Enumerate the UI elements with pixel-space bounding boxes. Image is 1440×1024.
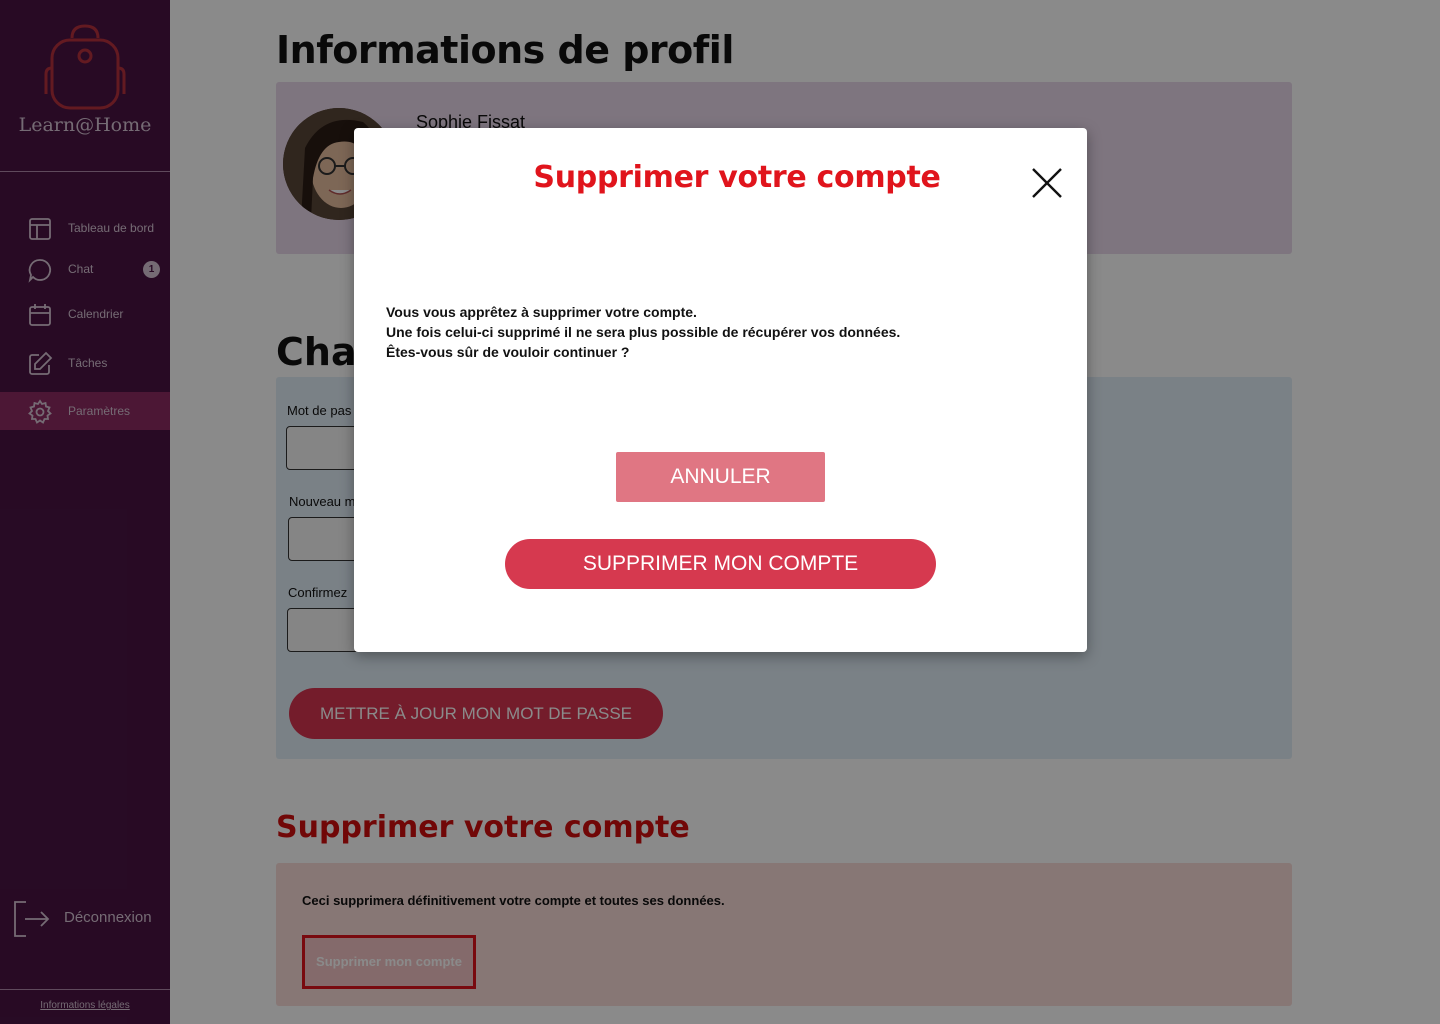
modal-message-line: Une fois celui-ci supprimé il ne sera pl… xyxy=(386,324,901,340)
confirm-delete-button[interactable]: SUPPRIMER MON COMPTE xyxy=(505,539,936,589)
close-icon[interactable] xyxy=(1030,166,1064,200)
modal-message: Vous vous apprêtez à supprimer votre com… xyxy=(386,302,900,362)
modal-message-line: Vous vous apprêtez à supprimer votre com… xyxy=(386,304,697,320)
modal-message-line: Êtes-vous sûr de vouloir continuer ? xyxy=(386,344,630,360)
cancel-button[interactable]: ANNULER xyxy=(616,452,825,502)
modal-title: Supprimer votre compte xyxy=(533,160,941,195)
delete-account-modal: Supprimer votre compte Vous vous apprête… xyxy=(354,128,1087,652)
